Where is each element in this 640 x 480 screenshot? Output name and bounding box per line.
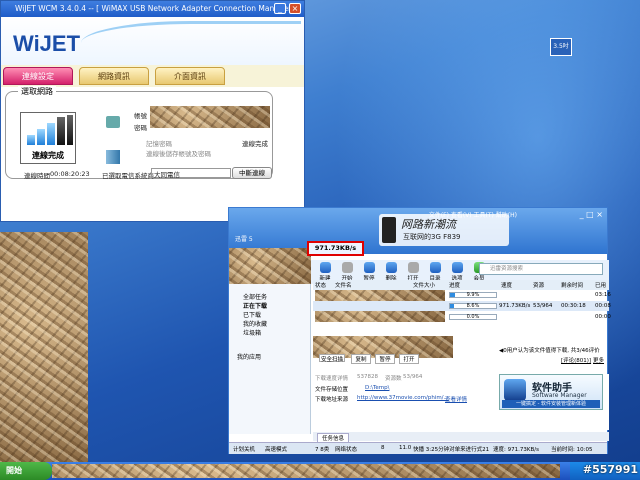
signal-bar (47, 123, 55, 145)
close-icon[interactable]: × (289, 3, 301, 14)
password-label: 密碼 (134, 124, 147, 132)
signal-meter: 連線完成 (20, 112, 76, 164)
status-time: 当前时间: 10:05 (551, 447, 593, 453)
taskbar-items-obscured (52, 464, 560, 478)
signal-bar (57, 117, 65, 145)
folder-icon (429, 262, 441, 273)
save-checkbox[interactable]: 連線後儲存帳號及密碼 (146, 148, 211, 158)
source-url-link[interactable]: http://www.37movie.com/phim/... (357, 395, 449, 401)
desktop-icon[interactable]: 3.5吋 (550, 38, 572, 56)
tab-interface-info[interactable]: 介面資訊 (155, 67, 225, 85)
banner-logo: 网路新潮流 互联网的3G F839 (379, 214, 509, 246)
wcm-tabbar: 連線設定 網路資訊 介面資訊 (1, 65, 304, 87)
conn-time: 00:08:20:23 (50, 170, 90, 178)
software-manager-icon (504, 379, 526, 401)
sidebar-item-downloaded[interactable]: 已下载 (243, 310, 261, 319)
window-controls[interactable]: _ □ × (580, 210, 603, 219)
network-status[interactable]: 网络状态 (335, 445, 357, 453)
wcm-title: WiJET WCM 3.4.0.4 -- [ WiMAX USB Network… (15, 4, 297, 13)
software-manager-button[interactable]: 一键搞定 - 软件安装管理新体验 (502, 400, 600, 408)
banner-subtitle: 互联网的3G F839 (403, 233, 461, 241)
col-remaining[interactable]: 剩余时间 (561, 281, 583, 289)
wcm-window: WiJET WCM 3.4.0.4 -- [ WiMAX USB Network… (0, 0, 305, 222)
bottom-tabbar: 任务信息 (313, 432, 609, 443)
delete-icon (385, 262, 397, 273)
group-label: 選取網路 (18, 86, 56, 97)
connected-status: 連線完成 (242, 140, 268, 148)
sidebar-item-apps[interactable]: 我的应用 (237, 352, 261, 361)
wcm-banner: WiJET (1, 17, 304, 65)
conn-time-label: 連線時間 (24, 172, 50, 180)
signal-bar (37, 129, 45, 145)
xunlei-title: 迅雷 5 (235, 236, 253, 243)
shutdown-toggle[interactable]: 计划关机 (233, 445, 255, 453)
status-speed: 速度: 971.73KB/s (493, 447, 539, 453)
banner-title: 网路新潮流 (401, 218, 456, 231)
status-bar: 计划关机 高速模式 7 8类 网络状态 8 11.0 快播 3:25分钟对单来进… (229, 442, 607, 454)
progress-bar: 0.0% (449, 314, 497, 320)
col-progress[interactable]: 进度 (449, 281, 460, 289)
table-row[interactable]: 8.6% 971.73KB/s 53/964 00:30:18 00:08 (313, 301, 611, 311)
minimize-icon[interactable]: _ (274, 3, 286, 14)
tab-network-info[interactable]: 網路資訊 (79, 67, 149, 85)
col-size[interactable]: 文件大小 (413, 281, 435, 289)
scan-link[interactable]: 安全扫描 (319, 354, 345, 363)
table-row[interactable]: 0.0% 00:00 (313, 312, 611, 322)
pause-icon (363, 262, 375, 273)
start-icon (341, 262, 353, 273)
save-path-link[interactable]: D:\Temp\ (365, 385, 389, 391)
open-link[interactable]: 打开 (399, 354, 419, 364)
options-icon (451, 262, 463, 273)
remember-checkbox[interactable]: 記憶密碼 (146, 138, 172, 148)
side-banner-obscured (229, 248, 311, 284)
credentials-masked (150, 106, 270, 128)
sidebar-item-all[interactable]: 全部任务 (243, 292, 267, 301)
col-filename[interactable]: 文件名 (335, 281, 352, 289)
nsp-label: 已選取電信系統商 (102, 172, 154, 180)
task-list-header: 状态 文件名 文件大小 进度 速度 资源 剩余时间 已用 (313, 280, 609, 290)
col-speed[interactable]: 速度 (501, 281, 512, 289)
signal-bar (27, 135, 35, 145)
copy-link[interactable]: 复制 (351, 354, 371, 364)
status-message: 快播 3:25分钟对单来进行式21 (413, 447, 490, 453)
sidebar-item-trash[interactable]: 垃圾箱 (243, 328, 261, 337)
table-row[interactable]: 9.9% 03:16 (313, 290, 611, 300)
modem-icon (382, 217, 396, 243)
sidebar: 全部任务 正在下载 已下载 我的收藏 垃圾箱 我的应用 (229, 284, 311, 434)
rating-notice: ◀0用户认为该文件值得下载, 共3/46评价 (499, 348, 600, 354)
wijet-logo: WiJET (13, 31, 81, 56)
start-button[interactable]: 開始 (0, 462, 52, 480)
software-manager-ad[interactable]: 软件助手 Software Manager 一键搞定 - 软件安装管理新体验 (499, 374, 603, 410)
col-used[interactable]: 已用 (595, 281, 606, 289)
network-icon (106, 116, 120, 128)
wcm-titlebar[interactable]: WiJET WCM 3.4.0.4 -- [ WiMAX USB Network… (1, 1, 304, 17)
speed-mode-toggle[interactable]: 高速模式 (265, 445, 287, 453)
account-label: 帳號 (134, 112, 147, 120)
signal-bar (67, 115, 73, 145)
search-input[interactable]: 迅雷资源搜索 (479, 263, 603, 275)
view-details-link[interactable]: 查看详情 (445, 395, 467, 403)
more-link[interactable]: 更多 (593, 356, 604, 364)
nsp-field[interactable]: 大同電信 (151, 168, 231, 179)
xunlei-window: 迅雷 5 文件(F) 查看(V) 工具(T) 幫助(H) _ □ × 网路新潮流… (228, 207, 611, 454)
speed-indicator: 971.73KB/s (307, 241, 364, 256)
progress-bar: 9.9% (449, 292, 497, 298)
new-icon (319, 262, 331, 273)
banner-arc (81, 21, 301, 65)
progress-bar: 8.6% (449, 303, 497, 309)
bars-icon (106, 150, 120, 164)
select-network-group: 選取網路 連線完成 連線時間 00:08:20:23 帳號 密碼 記憶密碼 連線… (5, 86, 273, 180)
col-status[interactable]: 状态 (315, 281, 326, 289)
sidebar-item-favorites[interactable]: 我的收藏 (243, 319, 267, 328)
rate-link[interactable]: [评论(801)] (561, 356, 591, 364)
tab-connection[interactable]: 連線設定 (3, 67, 73, 85)
signal-status: 連線完成 (32, 151, 64, 160)
open-icon (407, 262, 419, 273)
watermark: #557991 (582, 463, 638, 476)
sidebar-item-downloading[interactable]: 正在下载 (243, 301, 267, 310)
col-resources[interactable]: 资源 (533, 281, 544, 289)
disconnect-button[interactable]: 中斷連線 (232, 167, 272, 179)
pause-link[interactable]: 暂停 (375, 354, 395, 364)
desktop-window-obscured (0, 232, 88, 464)
